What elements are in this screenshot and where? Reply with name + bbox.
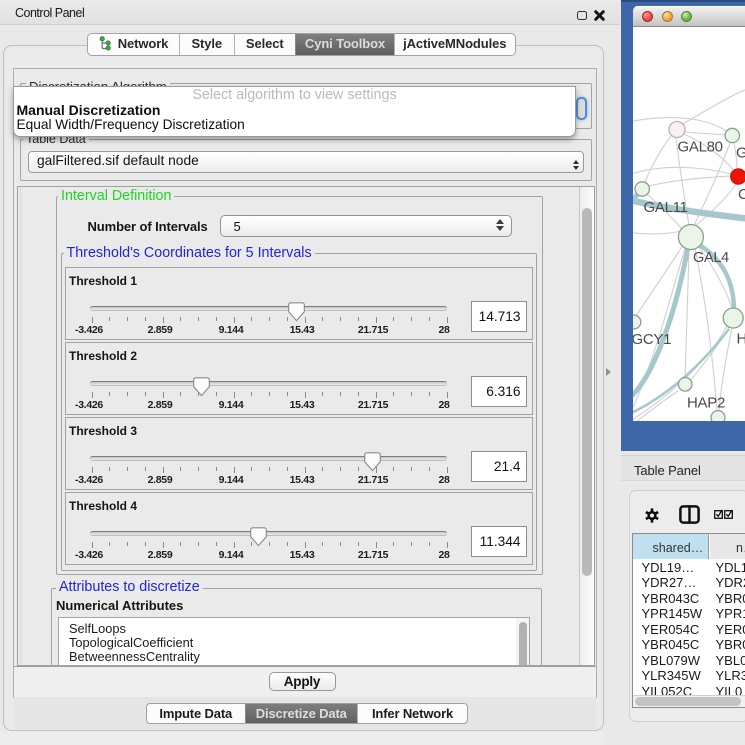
svg-text:GAL4: GAL4 (693, 250, 729, 266)
svg-text:GAL11: GAL11 (643, 199, 687, 216)
svg-text:GA: GA (736, 145, 745, 162)
svg-text:HAP2: HAP2 (687, 395, 725, 412)
svg-text:C: C (738, 186, 745, 203)
svg-text:GCY1: GCY1 (633, 331, 671, 348)
svg-text:GAL80: GAL80 (677, 139, 722, 156)
svg-text:H: H (736, 331, 745, 348)
